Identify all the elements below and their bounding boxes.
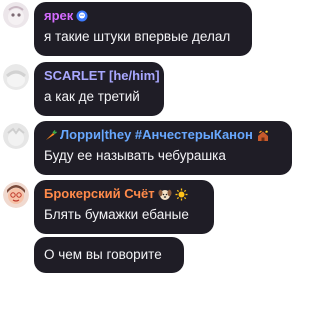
author-line: Лорри|they #АнчестерыКанон [44, 127, 282, 143]
author-name[interactable]: ярек [44, 8, 73, 24]
message-text: Блять бумажки ебаные [44, 207, 189, 222]
author-line: SCARLET [he/him] [44, 68, 160, 84]
avatar[interactable] [3, 123, 29, 149]
author-name[interactable]: SCARLET [he/him] [44, 68, 160, 84]
house-fire-icon [256, 129, 270, 142]
message-text: я такие штуки впервые делал [44, 29, 231, 44]
message-bubble: SCARLET [he/him] а как де третий [34, 62, 164, 116]
author-name[interactable]: Лорри|they #АнчестерыКанон [60, 127, 253, 143]
avatar[interactable] [3, 182, 29, 208]
message-bubble: Лорри|they #АнчестерыКанон Буду ее назыв… [34, 121, 292, 175]
sun-icon [175, 188, 188, 201]
message-bubble: Брокерский Счёт Блять бумажки ебаные [34, 180, 214, 234]
message-text: а как де третий [44, 89, 140, 104]
message-text: О чем вы говорите [44, 247, 162, 262]
dog-face-icon [158, 188, 172, 201]
author-line: Брокерский Счёт [44, 186, 204, 202]
author-name[interactable]: Брокерский Счёт [44, 186, 155, 202]
message-bubble: ярек я такие штуки впервые делал [34, 2, 252, 56]
message-bubble: О чем вы говорите [34, 237, 184, 273]
carrot-icon [44, 129, 57, 142]
author-line: ярек [44, 8, 242, 24]
chat-message-list: ярек я такие штуки впервые делал SCARLET… [0, 0, 294, 320]
avatar[interactable] [3, 2, 29, 28]
message-text: Буду ее называть чебурашка [44, 148, 226, 163]
avatar[interactable] [3, 64, 29, 90]
ghost-badge-icon [76, 10, 88, 22]
